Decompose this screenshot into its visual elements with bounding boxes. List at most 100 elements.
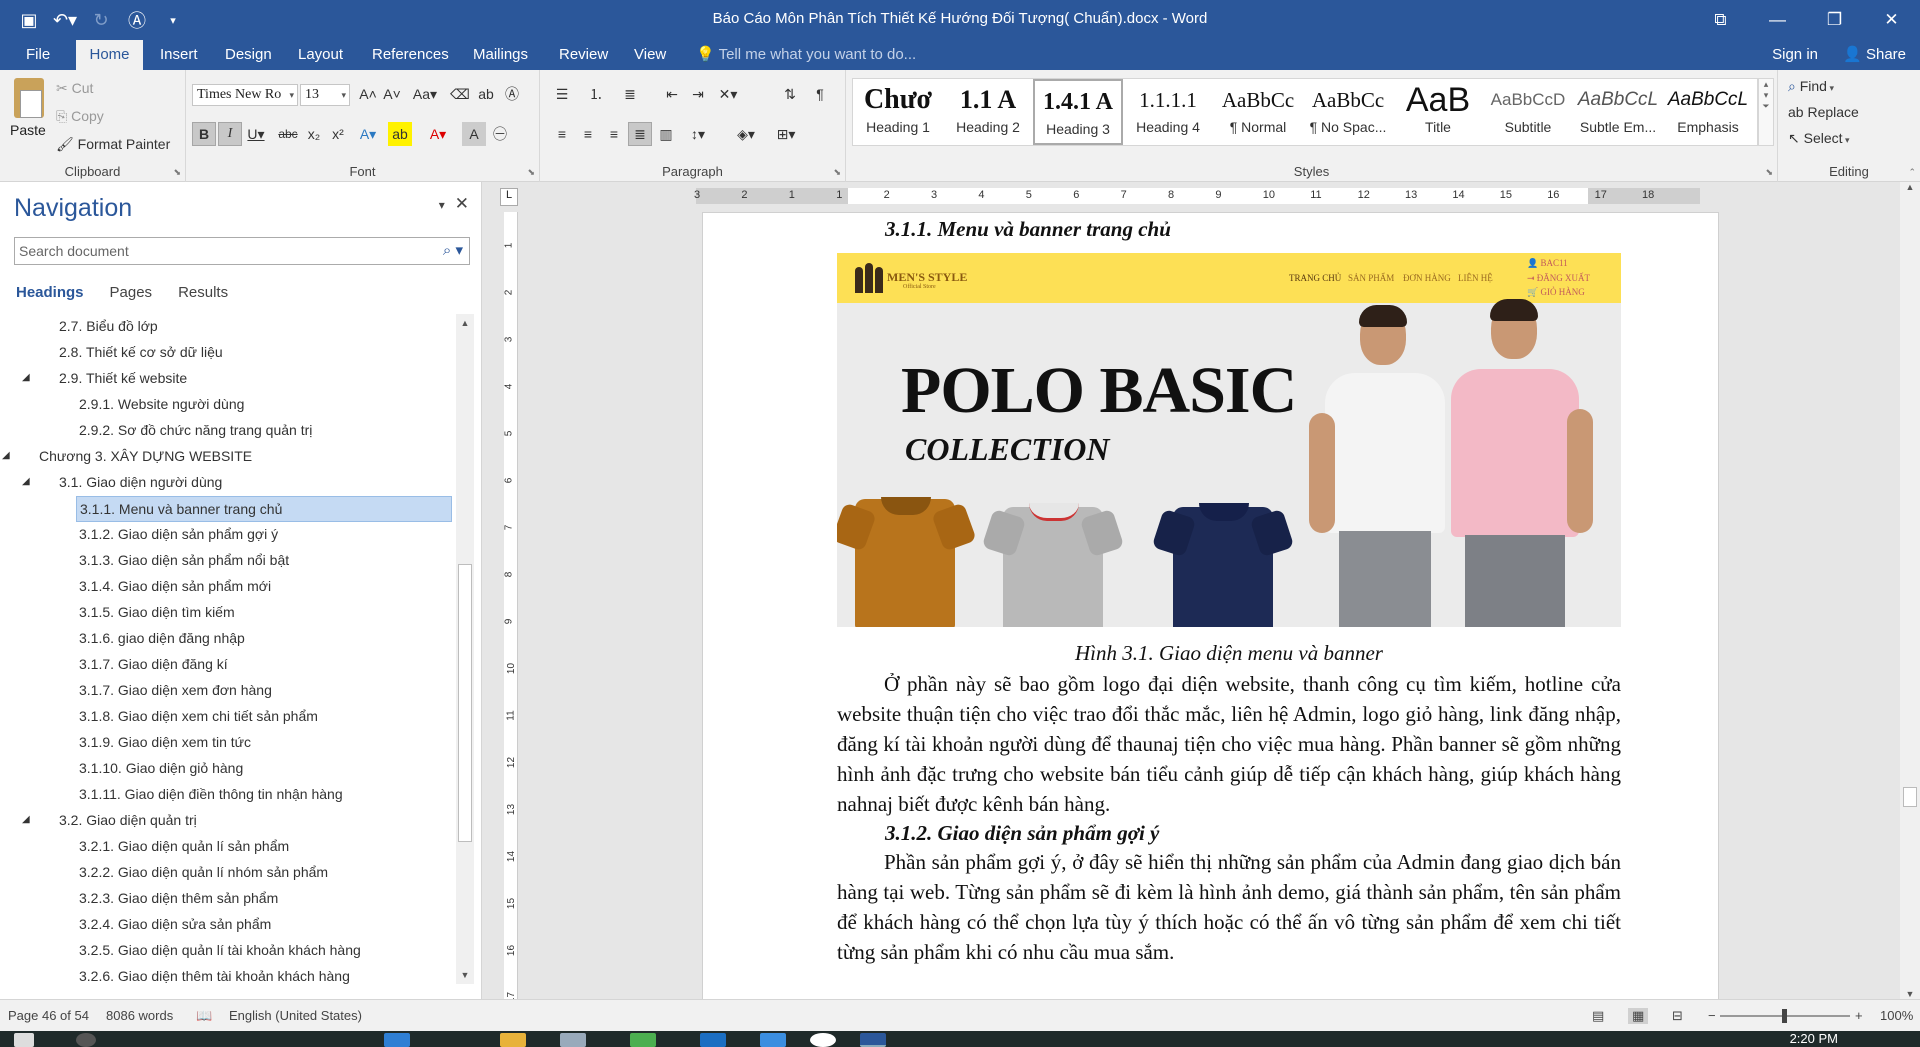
scroll-down-icon[interactable]: ▼ [456, 966, 474, 984]
word-count[interactable]: 8086 words [106, 1008, 173, 1023]
cut-button[interactable]: ✂ Cut [56, 80, 93, 97]
heading-node[interactable]: ◢ Chương 3. XÂY DỰNG WEBSITE [0, 444, 456, 468]
heading-node[interactable]: 3.2.5. Giao diện quản lí tài khoản khách… [0, 938, 456, 962]
minimize-icon[interactable]: — [1749, 0, 1806, 40]
ribbon-display-options-icon[interactable]: ⧉ [1692, 0, 1749, 40]
heading-node[interactable]: 3.1.6. giao diện đăng nhập [0, 626, 456, 650]
sort-icon[interactable]: ⇅ [778, 82, 802, 106]
font-name-combo[interactable]: Times New Ro ▾ [192, 84, 298, 106]
collapse-triangle-icon[interactable]: ◢ [22, 808, 30, 832]
tab-insert[interactable]: Insert [150, 40, 208, 70]
align-right-icon[interactable]: ≡ [602, 122, 626, 146]
dialog-launcher-icon[interactable]: ⬊ [173, 167, 181, 178]
tab-design[interactable]: Design [215, 40, 282, 70]
numbering-icon[interactable]: ⒈ [584, 82, 608, 106]
select-button[interactable]: ↖ Select ▾ [1788, 130, 1850, 147]
decrease-indent-icon[interactable]: ⇤ [660, 82, 684, 106]
collapse-triangle-icon[interactable]: ◢ [22, 366, 30, 390]
heading-node[interactable]: 3.1.4. Giao diện sản phẩm mới [0, 574, 456, 598]
highlight-icon[interactable]: ab [388, 122, 412, 146]
tab-selector[interactable]: L [500, 188, 518, 206]
text-effects-icon[interactable]: A▾ [356, 122, 380, 146]
folder-icon[interactable] [500, 1033, 526, 1047]
tab-headings[interactable]: Headings [16, 284, 84, 301]
grow-font-icon[interactable]: A˄ [356, 82, 380, 106]
share-button[interactable]: 👤 Share [1843, 40, 1906, 70]
heading-node[interactable]: 3.1.9. Giao diện xem tin tức [0, 730, 456, 754]
style-heading-3[interactable]: 1.4.1 A Heading 3 [1033, 79, 1123, 145]
heading-node[interactable]: 3.2.2. Giao diện quản lí nhóm sản phẩm [0, 860, 456, 884]
bullets-icon[interactable]: ☰ [550, 82, 574, 106]
restore-icon[interactable]: ❐ [1806, 0, 1863, 40]
scroll-up-icon[interactable]: ▲ [1900, 182, 1920, 192]
dialog-launcher-icon[interactable]: ⬊ [527, 167, 535, 178]
dialog-launcher-icon[interactable]: ⬊ [833, 167, 841, 178]
copy-button[interactable]: ⎘ Copy [56, 108, 104, 125]
paste-icon[interactable] [14, 78, 44, 118]
heading-node[interactable]: 2.9.1. Website người dùng [0, 392, 456, 416]
heading-node[interactable]: 3.1.7. Giao diện đăng kí [0, 652, 456, 676]
start-icon[interactable] [14, 1033, 34, 1047]
horizontal-ruler[interactable]: 3 2 1 1 2 3 4 5 6 7 8 9 10 11 12 13 14 15 16 17 18 [694, 188, 1700, 204]
bold-icon[interactable]: B [192, 122, 216, 146]
tell-me-search[interactable]: 💡 Tell me what you want to do... [696, 40, 916, 70]
web-layout-icon[interactable]: ⊟ [1672, 1008, 1683, 1024]
phonetic-guide-icon[interactable]: ab [474, 82, 498, 106]
heading-node[interactable]: ◢ 2.9. Thiết kế website [0, 366, 456, 390]
app-icon[interactable] [700, 1033, 726, 1047]
search-document-input[interactable]: Search document ⌕ ▾ [14, 237, 470, 265]
align-center-icon[interactable]: ≡ [576, 122, 600, 146]
sign-in-link[interactable]: Sign in [1772, 40, 1818, 70]
chrome-icon[interactable] [810, 1033, 836, 1047]
zoom-level[interactable]: 100% [1880, 1008, 1913, 1023]
shrink-font-icon[interactable]: A˅ [380, 82, 404, 106]
style-heading-1[interactable]: Chươ Heading 1 [853, 79, 943, 145]
heading-node[interactable]: 2.8. Thiết kế cơ sở dữ liệu [0, 340, 456, 364]
borders-icon[interactable]: ⊞▾ [774, 122, 798, 146]
app-icon[interactable] [384, 1033, 410, 1047]
enclose-characters-icon[interactable]: ㊀ [488, 122, 512, 146]
proofing-icon[interactable]: 📖 [196, 1008, 212, 1024]
search-icon[interactable] [76, 1033, 96, 1047]
character-shading-icon[interactable]: A [462, 122, 486, 146]
pane-options-icon[interactable]: ▾ [439, 194, 445, 214]
style-emphasis[interactable]: AaBbCcL Emphasis [1663, 79, 1753, 145]
document-page[interactable]: 3.1.1. Menu và banner trang chủ MEN'S ST… [702, 212, 1719, 999]
scroll-down-icon[interactable]: ▼ [1900, 989, 1920, 999]
multilevel-list-icon[interactable]: ≣ [618, 82, 642, 106]
tab-file[interactable]: File [16, 40, 60, 70]
distributed-icon[interactable]: ▥ [654, 122, 678, 146]
style-heading-2[interactable]: 1.1 A Heading 2 [943, 79, 1033, 145]
heading-node[interactable]: 3.1.1. Menu và banner trang chủ [0, 496, 456, 522]
styles-more-button[interactable]: ▴ ▾ ⏷ [1758, 78, 1774, 146]
change-case-icon[interactable]: Aa▾ [408, 82, 442, 106]
font-color-icon[interactable]: A▾ [426, 122, 450, 146]
collapse-ribbon-icon[interactable]: ⌃ [1908, 167, 1916, 178]
collapse-triangle-icon[interactable]: ◢ [2, 444, 10, 468]
style-no-spacing[interactable]: AaBbCc ¶ No Spac... [1303, 79, 1393, 145]
style-subtitle[interactable]: AaBbCcD Subtitle [1483, 79, 1573, 145]
asian-layout-icon[interactable]: ✕▾ [716, 82, 740, 106]
heading-node[interactable]: ◢ 3.1. Giao diện người dùng [0, 470, 456, 494]
heading-node[interactable]: 3.2.4. Giao diện sửa sản phẩm [0, 912, 456, 936]
scroll-thumb[interactable] [1903, 787, 1917, 807]
increase-indent-icon[interactable]: ⇥ [686, 82, 710, 106]
scroll-up-icon[interactable]: ▲ [456, 314, 474, 332]
style-title[interactable]: AaB Title [1393, 79, 1483, 145]
app-icon[interactable] [560, 1033, 586, 1047]
style-heading-4[interactable]: 1.1.1.1 Heading 4 [1123, 79, 1213, 145]
heading-node[interactable]: 3.1.2. Giao diện sản phẩm gợi ý [0, 522, 456, 546]
navigation-scrollbar[interactable]: ▲ ▼ [456, 314, 474, 984]
close-pane-icon[interactable]: ✕ [455, 194, 469, 214]
print-layout-icon[interactable]: ▦ [1628, 1008, 1649, 1024]
dialog-launcher-icon[interactable]: ⬊ [1765, 167, 1773, 178]
tab-references[interactable]: References [362, 40, 459, 70]
tab-results[interactable]: Results [178, 284, 228, 301]
tab-view[interactable]: View [624, 40, 676, 70]
word-icon[interactable] [860, 1033, 886, 1047]
search-icon[interactable]: ⌕ ▾ [443, 238, 463, 264]
document-scrollbar[interactable]: ▲ ▼ [1900, 182, 1920, 999]
heading-node[interactable]: ◢ 3.2. Giao diện quản trị [0, 808, 456, 832]
zoom-slider[interactable] [1720, 1009, 1850, 1023]
show-formatting-icon[interactable]: ¶ [808, 82, 832, 106]
